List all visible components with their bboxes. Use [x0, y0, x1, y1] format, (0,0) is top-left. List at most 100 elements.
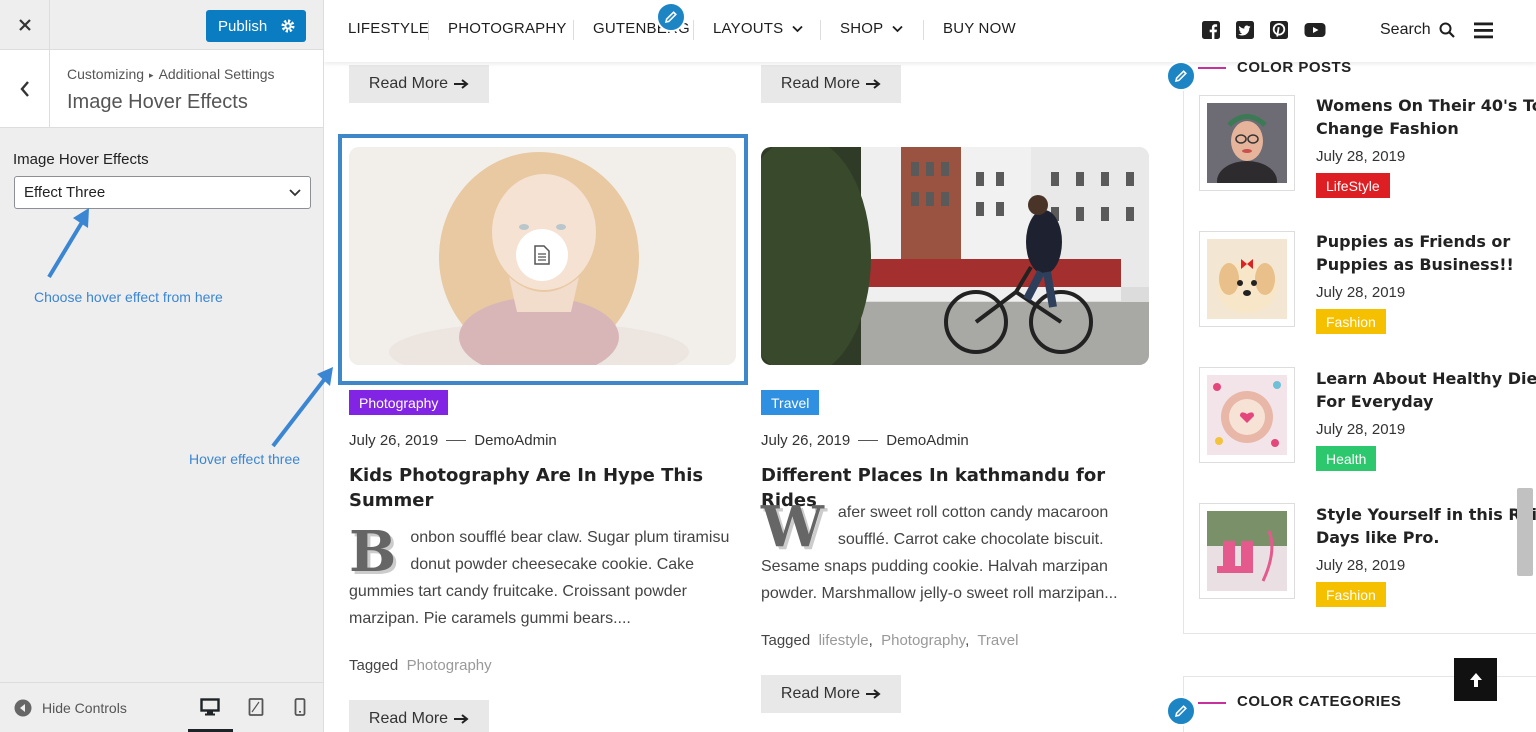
edit-widget-button[interactable]	[1166, 696, 1196, 726]
collapse-icon	[14, 699, 32, 717]
read-more-label: Read More	[780, 685, 861, 702]
read-more-button[interactable]: Read More	[761, 65, 901, 103]
search-label: Search	[1380, 21, 1431, 38]
category-label: Health	[1326, 450, 1367, 467]
hide-controls-label: Hide Controls	[42, 700, 127, 716]
hide-controls-button[interactable]: Hide Controls	[14, 699, 127, 717]
sidebar-category-tag[interactable]: Fashion	[1316, 582, 1386, 607]
title-line: Learn About Healthy Diet	[1316, 369, 1536, 388]
hover-effect-select[interactable]: Effect Three	[14, 176, 311, 209]
title-line: Puppies as Friends or	[1316, 232, 1511, 251]
nav-item-photography[interactable]: PHOTOGRAPHY	[448, 20, 567, 37]
category-label: Travel	[771, 394, 810, 411]
sidebar-category-tag[interactable]: Health	[1316, 446, 1377, 471]
publish-label: Publish	[218, 17, 268, 35]
scroll-to-top-button[interactable]	[1454, 658, 1497, 701]
breadcrumb-parent: Additional Settings	[158, 66, 275, 82]
nav-item-layouts[interactable]: LAYOUTS	[713, 20, 803, 37]
cyclist-photo	[761, 147, 1149, 365]
search-button[interactable]: Search	[1380, 21, 1455, 39]
edit-widget-button[interactable]	[1166, 61, 1196, 91]
sidebar-post-thumbnail[interactable]	[1199, 367, 1295, 463]
read-more-button[interactable]: Read More	[349, 65, 489, 103]
category-tag-photography[interactable]: Photography	[349, 390, 449, 415]
category-label: LifeStyle	[1326, 177, 1380, 194]
desktop-preview-button[interactable]	[198, 695, 222, 719]
youtube-icon[interactable]	[1304, 21, 1326, 39]
post-excerpt: Wafer sweet roll cotton candy macaroon s…	[761, 499, 1153, 607]
post-image-cyclist[interactable]	[761, 147, 1149, 365]
sidebar-category-tag[interactable]: LifeStyle	[1316, 173, 1390, 198]
tag-separator: ,	[965, 632, 970, 649]
tag-link[interactable]: lifestyle	[819, 632, 869, 649]
woman-photo	[1207, 103, 1287, 183]
nav-divider	[428, 20, 429, 40]
sidebar-post-title[interactable]: Puppies as Friends or Puppies as Business…	[1316, 230, 1514, 276]
sidebar-post-title[interactable]: Learn About Healthy Diet For Everyday	[1316, 367, 1536, 413]
nav-item-buy-now[interactable]: BUY NOW	[943, 20, 1016, 37]
sidebar-post-thumbnail[interactable]	[1199, 95, 1295, 191]
scrollbar-thumb[interactable]	[1517, 488, 1533, 576]
tablet-icon	[248, 698, 264, 716]
drop-cap: B	[349, 519, 397, 585]
category-label: Photography	[359, 394, 439, 411]
meta-separator	[446, 440, 467, 441]
sidebar-post-title[interactable]: Style Yourself in this Rainy Days like Pr…	[1316, 503, 1536, 549]
post-excerpt: Bonbon soufflé bear claw. Sugar plum tir…	[349, 524, 741, 632]
publish-button[interactable]: Publish	[206, 10, 306, 42]
edit-shortcut-menu[interactable]	[656, 2, 686, 32]
sidebar-post-thumbnail[interactable]	[1199, 231, 1295, 327]
sidebar-post-thumbnail[interactable]	[1199, 503, 1295, 599]
customizer-window: Publish Customizing ▸ Additional Settings …	[0, 0, 1536, 732]
close-customizer-button[interactable]	[0, 0, 50, 50]
control-label: Image Hover Effects	[13, 151, 149, 168]
arrow-up-icon	[1469, 672, 1482, 687]
customizer-header: Publish	[0, 0, 323, 50]
title-line: For Everyday	[1316, 392, 1434, 411]
nav-item-shop[interactable]: SHOP	[840, 20, 903, 37]
breadcrumb: Customizing ▸ Additional Settings	[67, 66, 275, 82]
puppy-photo	[1207, 239, 1287, 319]
post-date[interactable]: July 26, 2019	[349, 432, 438, 449]
read-more-button[interactable]: Read More	[349, 700, 489, 732]
excerpt-text: onbon soufflé bear claw. Sugar plum tira…	[349, 529, 730, 627]
main-navigation: LIFESTYLE PHOTOGRAPHY GUTENBERG LAYOUTS …	[324, 0, 1536, 62]
post-date[interactable]: July 26, 2019	[761, 432, 850, 449]
gear-icon[interactable]	[280, 18, 296, 34]
mobile-icon	[294, 698, 306, 716]
twitter-icon[interactable]	[1236, 21, 1254, 39]
nav-divider	[573, 20, 574, 40]
drop-cap: W	[761, 494, 824, 560]
tag-link[interactable]: Photography	[407, 657, 492, 674]
sidebar-post-title[interactable]: Womens On Their 40's To Change Fashion	[1316, 94, 1536, 140]
chevron-left-icon	[19, 81, 29, 97]
hamburger-menu-icon[interactable]	[1474, 22, 1493, 39]
nav-label: LAYOUTS	[713, 20, 784, 37]
mobile-preview-button[interactable]	[288, 695, 312, 719]
arrow-right-icon	[866, 689, 881, 699]
nav-item-lifestyle[interactable]: LIFESTYLE	[348, 20, 429, 37]
category-tag-travel[interactable]: Travel	[761, 390, 820, 415]
tag-link[interactable]: Photography	[881, 632, 965, 649]
tagged-label: Tagged	[349, 657, 399, 674]
tag-link[interactable]: Travel	[977, 632, 1018, 649]
tablet-preview-button[interactable]	[244, 695, 268, 719]
pencil-icon	[1174, 705, 1187, 718]
title-line: Style Yourself in this Rainy	[1316, 505, 1536, 524]
chevron-down-icon	[792, 25, 803, 32]
post-format-badge[interactable]	[516, 229, 568, 281]
post-author[interactable]: DemoAdmin	[474, 432, 557, 449]
post-title[interactable]: Kids Photography Are In Hype This Summer	[349, 463, 729, 513]
breadcrumb-root: Customizing	[67, 66, 145, 82]
title-line: Days like Pro.	[1316, 528, 1440, 547]
facebook-icon[interactable]	[1202, 21, 1220, 39]
read-more-button[interactable]: Read More	[761, 675, 901, 713]
pinterest-icon[interactable]	[1270, 21, 1288, 39]
sidebar-category-tag[interactable]: Fashion	[1316, 309, 1386, 334]
post-image-girl[interactable]	[349, 147, 736, 365]
post-tags: Tagged lifestyle, Photography, Travel	[761, 632, 1018, 649]
annotation-hover-effect: Hover effect three	[189, 451, 301, 467]
sidebar-post-date: July 28, 2019	[1316, 284, 1406, 301]
back-button[interactable]	[0, 50, 50, 128]
post-author[interactable]: DemoAdmin	[886, 432, 969, 449]
